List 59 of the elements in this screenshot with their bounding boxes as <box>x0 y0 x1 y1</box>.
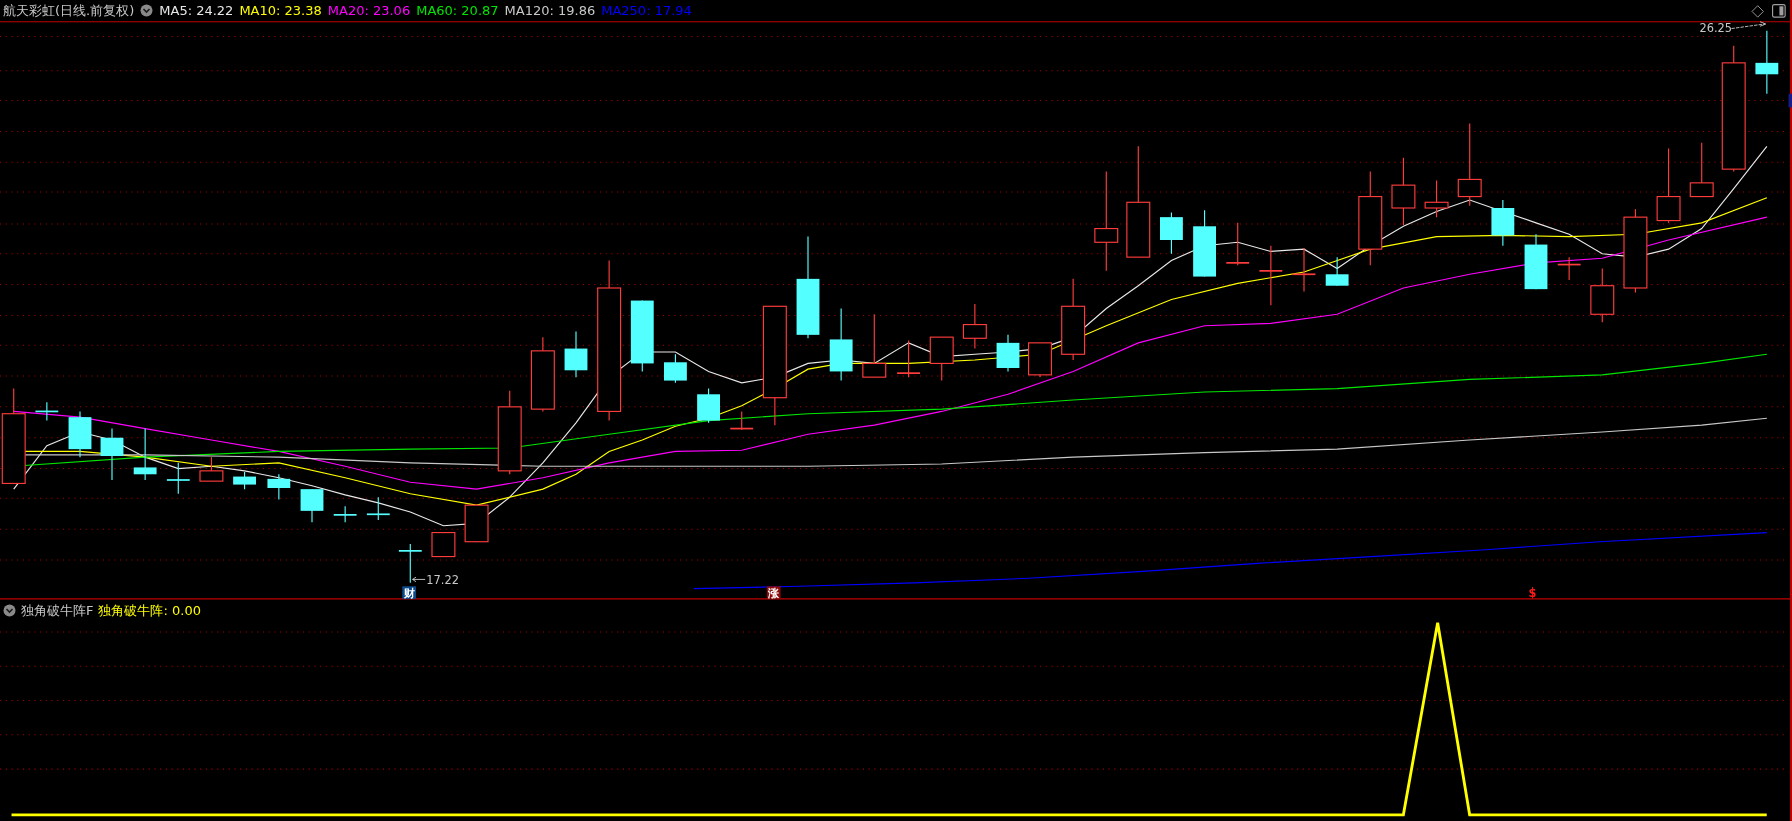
event-marker[interactable]: 涨 <box>766 585 781 600</box>
candlestick <box>431 532 456 558</box>
candlestick <box>1325 256 1349 287</box>
candlestick <box>1193 209 1216 278</box>
arrow-icon <box>1730 21 1767 30</box>
candlestick <box>1424 180 1449 218</box>
candlestick <box>630 300 654 372</box>
dropdown-icon[interactable] <box>3 603 16 617</box>
panel-toggle-icon[interactable] <box>1772 4 1786 18</box>
candlestick <box>332 505 358 523</box>
candlestick <box>1689 142 1714 198</box>
candlestick <box>166 462 191 495</box>
candlestick <box>366 496 391 521</box>
low-price-label: 17.22 <box>426 573 459 587</box>
candlestick <box>1491 199 1515 247</box>
moving-average-value: MA120: 19.86 <box>504 4 596 17</box>
candlestick <box>929 336 954 382</box>
candlestick <box>100 428 124 481</box>
candlestick <box>896 340 921 378</box>
candlestick <box>1590 268 1615 323</box>
diamond-icon[interactable] <box>1751 5 1764 18</box>
indicator-value: 独角破牛阵: 0.00 <box>98 603 201 617</box>
candlestick <box>464 504 489 543</box>
candlestick <box>1524 233 1548 290</box>
moving-average-value: MA10: 23.38 <box>239 4 322 17</box>
candlestick <box>267 473 291 500</box>
candlestick <box>1391 157 1416 226</box>
candlestick <box>1225 222 1250 266</box>
candlestick <box>34 401 60 422</box>
candlestick <box>398 543 423 584</box>
candlestick <box>233 471 256 490</box>
candlestick <box>68 410 92 458</box>
moving-average-value: MA20: 23.06 <box>327 4 411 17</box>
arrow-icon <box>412 576 426 583</box>
moving-average-value: MA5: 24.22 <box>159 4 234 17</box>
candlestick <box>1028 342 1052 378</box>
indicator-name: 独角破牛阵F <box>21 603 94 617</box>
chart-title: 航天彩虹(日线.前复权) <box>3 4 135 17</box>
candlestick <box>300 488 324 523</box>
candlestick <box>133 428 157 481</box>
candlestick <box>1160 212 1183 255</box>
candlestick <box>1291 247 1317 292</box>
event-marker[interactable]: $ <box>1528 585 1537 600</box>
dropdown-icon[interactable] <box>140 4 154 17</box>
candlestick <box>564 330 588 378</box>
moving-average-value: MA250: 17.94 <box>601 4 692 17</box>
candlestick <box>1258 245 1284 306</box>
moving-average-value: MA60: 20.87 <box>416 4 499 17</box>
candlestick <box>962 303 987 350</box>
candlestick <box>996 334 1020 372</box>
candlestick <box>697 388 720 424</box>
candlestick <box>862 313 887 378</box>
candlestick <box>1556 256 1582 281</box>
candlestick <box>729 410 754 431</box>
high-price-label: 26.25 <box>1699 21 1733 35</box>
candlestick <box>199 456 224 482</box>
event-marker[interactable]: 财 <box>402 585 416 600</box>
candlestick <box>664 353 687 384</box>
candlestick <box>1755 30 1779 95</box>
